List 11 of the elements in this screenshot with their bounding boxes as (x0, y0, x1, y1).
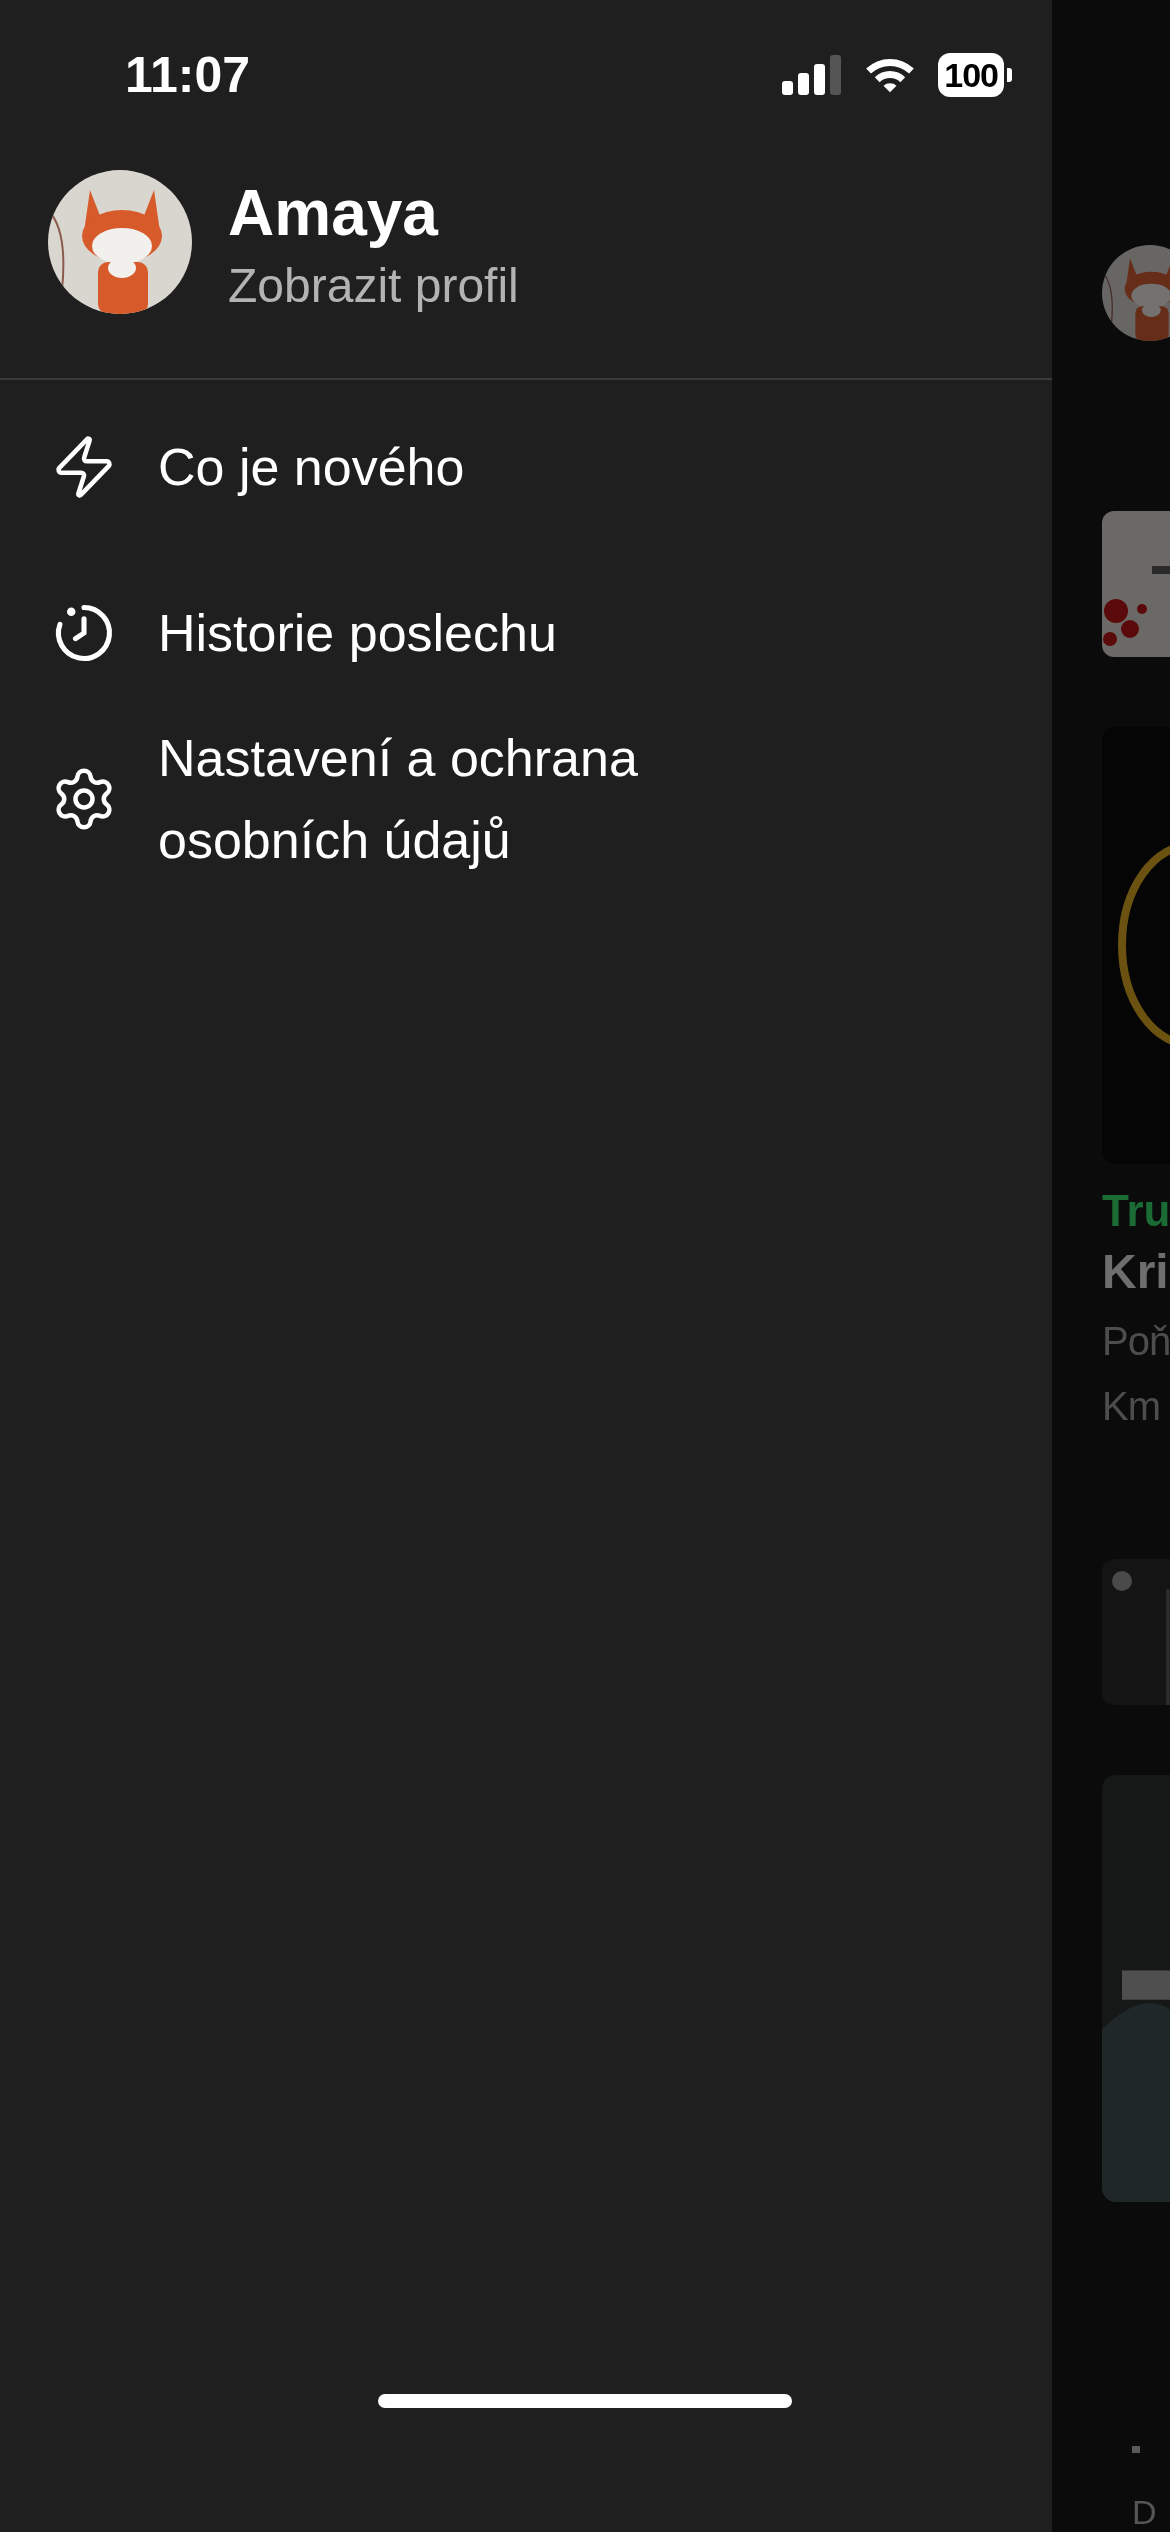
menu-item[interactable]: Co je nového (158, 426, 465, 508)
menu-item[interactable]: Nastavení a ochrana osobních údajů (158, 717, 778, 881)
profile-name: Amaya (228, 176, 440, 251)
episode-description: Km (1102, 1384, 1161, 1429)
menu-item[interactable]: Historie poslechu (158, 592, 557, 674)
status-time: 11:07 (125, 46, 251, 104)
episode-description: Poň (1102, 1319, 1170, 1364)
signal-icon (782, 55, 843, 95)
episode-category: Tru (1102, 1186, 1170, 1236)
episode-title: Kri (1102, 1244, 1170, 1299)
view-profile-link[interactable]: Zobrazit profil (228, 256, 519, 316)
